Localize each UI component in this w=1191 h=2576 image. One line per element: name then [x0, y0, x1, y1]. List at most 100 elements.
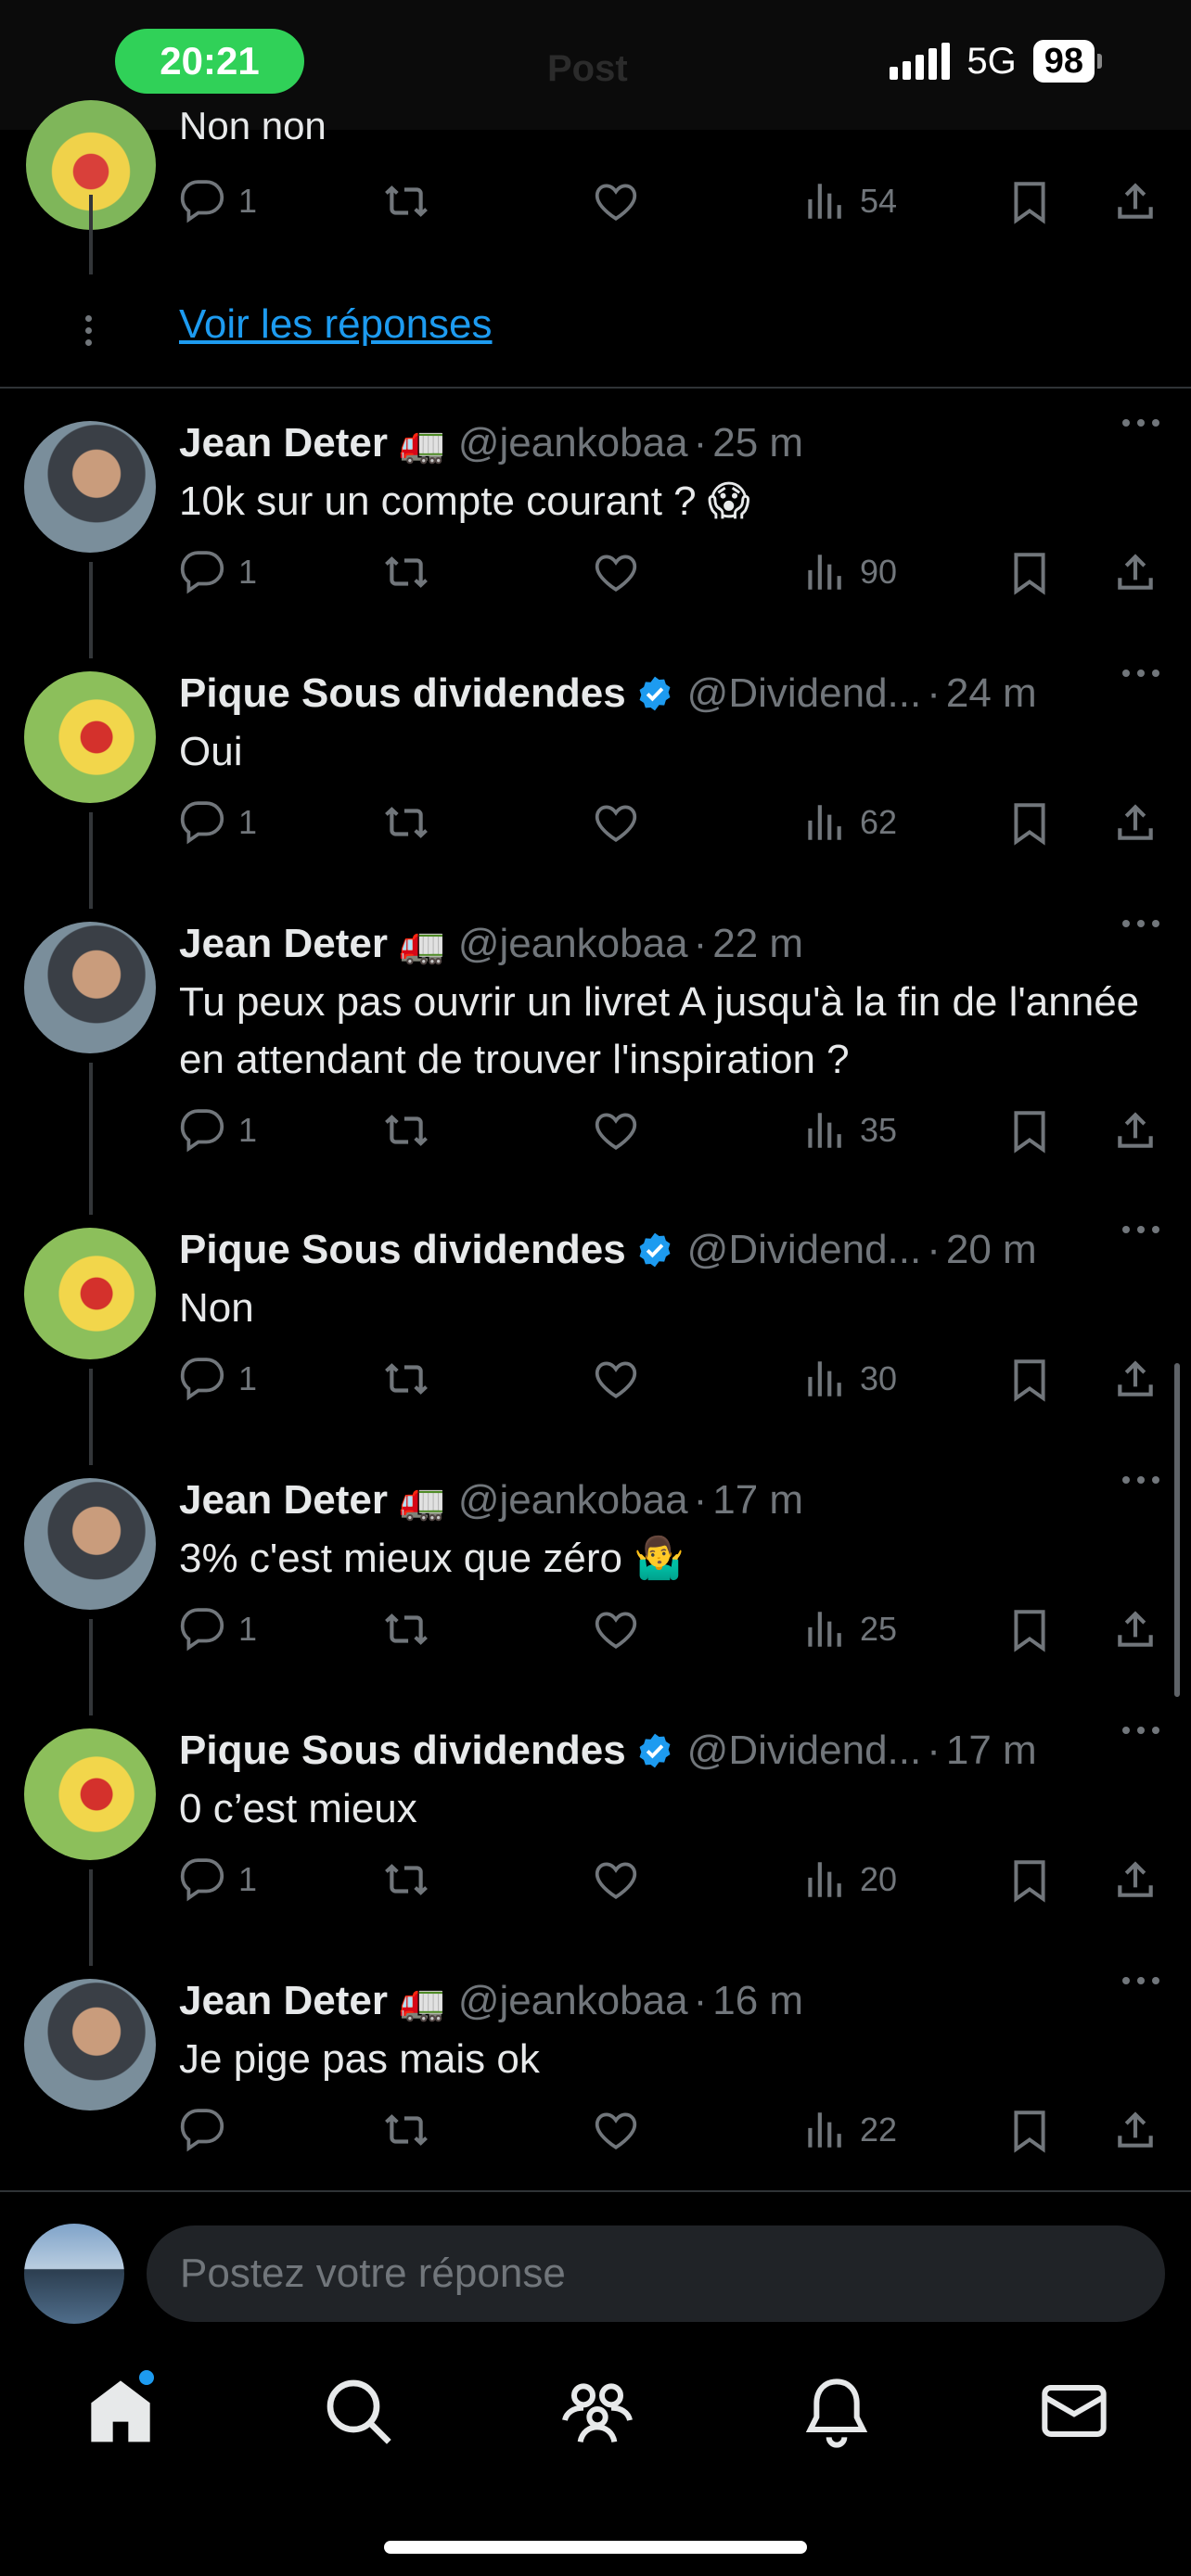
share-button[interactable]	[1112, 1606, 1159, 1652]
reply-button[interactable]: 1	[179, 1856, 257, 1903]
tab-messages[interactable]	[1037, 2374, 1111, 2448]
avatar[interactable]	[24, 671, 156, 803]
author-name[interactable]: Jean Deter	[179, 921, 388, 967]
bookmark-button[interactable]	[1006, 1356, 1053, 1402]
views-button[interactable]: 25	[800, 1606, 897, 1652]
reply-button[interactable]: 1	[179, 549, 257, 595]
author-name[interactable]: Pique Sous dividendes	[179, 670, 626, 717]
avatar[interactable]	[24, 1979, 156, 2111]
repost-button[interactable]	[383, 1606, 429, 1652]
author-handle[interactable]: @jeankobaa	[458, 1477, 688, 1524]
author-name[interactable]: Jean Deter	[179, 420, 388, 466]
more-options-icon[interactable]	[1122, 419, 1159, 427]
author-name[interactable]: Pique Sous dividendes	[179, 1227, 626, 1273]
tab-communities[interactable]	[560, 2374, 634, 2448]
name-emoji: 🚛	[399, 1480, 445, 1522]
tab-home[interactable]	[83, 2370, 158, 2448]
bookmark-button[interactable]	[1006, 799, 1053, 846]
repost-button[interactable]	[383, 2107, 429, 2153]
post-header: Jean Deter 🚛 @jeankobaa · 25 m	[179, 415, 803, 471]
reply-icon	[180, 180, 224, 223]
bookmark-button[interactable]	[1006, 178, 1053, 224]
author-handle[interactable]: @jeankobaa	[458, 1978, 688, 2024]
like-button[interactable]	[593, 1356, 639, 1402]
views-icon	[808, 1612, 841, 1647]
views-button[interactable]: 30	[800, 1356, 897, 1402]
reply-button[interactable]	[179, 2107, 238, 2153]
bookmark-button[interactable]	[1006, 2107, 1053, 2153]
share-button[interactable]	[1112, 1356, 1159, 1402]
repost-icon	[385, 1363, 428, 1395]
more-options-icon[interactable]	[1122, 920, 1159, 927]
bookmark-button[interactable]	[1006, 1107, 1053, 1154]
author-name[interactable]: Jean Deter	[179, 1477, 388, 1524]
avatar[interactable]	[24, 421, 156, 553]
share-button[interactable]	[1112, 1856, 1159, 1903]
user-avatar[interactable]	[24, 2224, 124, 2324]
author-name[interactable]: Jean Deter	[179, 1978, 388, 2024]
share-button[interactable]	[1112, 549, 1159, 595]
action-bar: 1 20	[179, 1856, 1172, 1908]
name-emoji: 🚛	[399, 1981, 445, 2022]
repost-button[interactable]	[383, 799, 429, 846]
reply-button[interactable]: 1	[179, 178, 257, 224]
like-button[interactable]	[593, 1606, 639, 1652]
like-button[interactable]	[593, 178, 639, 224]
share-button[interactable]	[1112, 799, 1159, 846]
author-handle[interactable]: @Dividend...	[687, 1227, 922, 1273]
author-handle[interactable]: @jeankobaa	[458, 921, 688, 967]
show-more-replies-link[interactable]: Voir les réponses	[179, 301, 493, 348]
view-count: 30	[860, 1359, 898, 1397]
share-button[interactable]	[1112, 178, 1159, 224]
share-button[interactable]	[1112, 1107, 1159, 1154]
author-name[interactable]: Pique Sous dividendes	[179, 1728, 626, 1774]
repost-button[interactable]	[383, 1856, 429, 1903]
action-bar: 1 54	[179, 178, 1172, 230]
views-button[interactable]: 20	[800, 1856, 897, 1903]
reply-button[interactable]: 1	[179, 1107, 257, 1154]
like-button[interactable]	[593, 549, 639, 595]
author-handle[interactable]: @Dividend...	[687, 1728, 922, 1774]
reply-count: 1	[238, 1359, 258, 1397]
repost-button[interactable]	[383, 549, 429, 595]
avatar[interactable]	[24, 922, 156, 1053]
previous-reply[interactable]: Non non 1 54	[0, 100, 1191, 389]
more-options-icon[interactable]	[1122, 1727, 1159, 1734]
bookmark-button[interactable]	[1006, 1856, 1053, 1903]
reply-composer: Postez votre réponse	[0, 2190, 1191, 2324]
tab-search[interactable]	[321, 2374, 395, 2448]
reply-button[interactable]: 1	[179, 799, 257, 846]
scrollbar[interactable]	[1174, 1363, 1180, 1697]
author-handle[interactable]: @jeankobaa	[458, 420, 688, 466]
views-button[interactable]: 62	[800, 799, 897, 846]
more-options-icon[interactable]	[1122, 1476, 1159, 1484]
heart-icon	[595, 1113, 637, 1150]
views-button[interactable]: 22	[800, 2107, 897, 2153]
bookmark-button[interactable]	[1006, 549, 1053, 595]
views-button[interactable]: 90	[800, 549, 897, 595]
repost-icon	[385, 185, 428, 217]
like-button[interactable]	[593, 799, 639, 846]
avatar[interactable]	[24, 1478, 156, 1610]
repost-button[interactable]	[383, 1107, 429, 1154]
views-button[interactable]: 35	[800, 1107, 897, 1154]
like-button[interactable]	[593, 1107, 639, 1154]
reply-button[interactable]: 1	[179, 1606, 257, 1652]
more-options-icon[interactable]	[1122, 670, 1159, 677]
share-button[interactable]	[1112, 2107, 1159, 2153]
repost-button[interactable]	[383, 1356, 429, 1402]
like-button[interactable]	[593, 1856, 639, 1903]
views-button[interactable]: 54	[800, 178, 897, 224]
more-options-icon[interactable]	[1122, 1226, 1159, 1233]
more-options-icon[interactable]	[1122, 1977, 1159, 1984]
tab-notifications[interactable]	[800, 2374, 874, 2448]
repost-button[interactable]	[383, 178, 429, 224]
reply-button[interactable]: 1	[179, 1356, 257, 1402]
views-icon	[808, 184, 841, 219]
reply-input[interactable]: Postez votre réponse	[147, 2225, 1165, 2322]
like-button[interactable]	[593, 2107, 639, 2153]
avatar[interactable]	[24, 1228, 156, 1359]
author-handle[interactable]: @Dividend...	[687, 670, 922, 717]
avatar[interactable]	[24, 1728, 156, 1860]
bookmark-button[interactable]	[1006, 1606, 1053, 1652]
